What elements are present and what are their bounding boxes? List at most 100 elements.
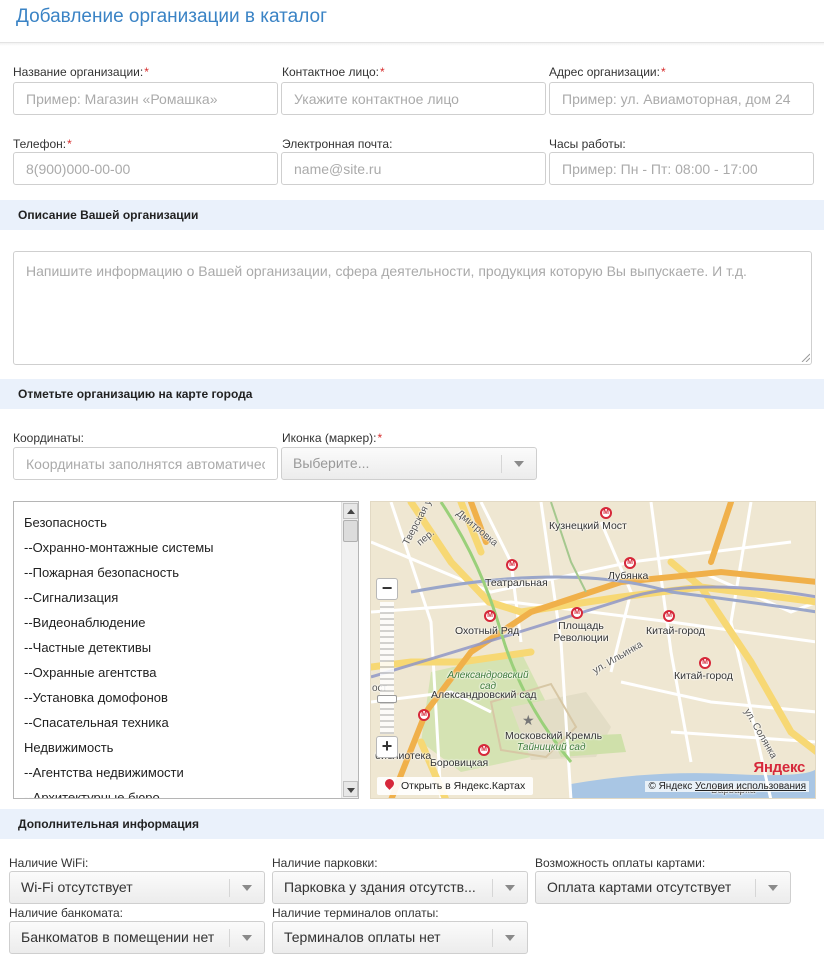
resize-grip-icon[interactable]: [800, 352, 810, 362]
map-tiles: [371, 502, 815, 798]
terms-of-use-link[interactable]: Условия использования: [695, 781, 806, 792]
cards-select[interactable]: Оплата картами отсутствует: [535, 871, 791, 904]
category-option[interactable]: --Охранные агентства: [14, 660, 342, 685]
metro-icon: M: [478, 744, 490, 756]
page-title: Добавление организации в каталог: [16, 6, 328, 27]
chevron-down-icon: [242, 935, 252, 941]
map-label: Боровицкая: [430, 757, 489, 769]
zoom-out-icon[interactable]: −: [376, 578, 398, 600]
required-mark: *: [379, 65, 385, 79]
map-label: Лубянка: [608, 570, 649, 582]
email-input[interactable]: [281, 152, 546, 185]
chevron-down-icon: [505, 935, 515, 941]
marker-icon-select[interactable]: Выберите...: [281, 447, 537, 480]
select-separator: [229, 879, 230, 897]
map-pin-icon: [383, 777, 396, 790]
hours-label: Часы работы:: [549, 137, 626, 151]
map-copyright: © Яндекс Условия использования: [645, 781, 809, 792]
select-separator: [492, 879, 493, 897]
city-map[interactable]: M M M M M M M M M Кузнецкий Мост Театрал…: [370, 501, 816, 799]
extra-info-heading: Дополнительная информация: [0, 809, 824, 839]
zoom-track[interactable]: [380, 602, 394, 734]
atm-label: Наличие банкомата:: [9, 906, 123, 920]
phone-input[interactable]: [13, 152, 278, 185]
terminals-label: Наличие терминалов оплаты:: [272, 906, 439, 920]
metro-icon: M: [600, 507, 612, 519]
wifi-label: Наличие WiFi:: [9, 856, 89, 870]
map-label: Тайницкий сад: [517, 742, 586, 753]
title-shadow: [0, 43, 824, 46]
zoom-in-icon[interactable]: +: [376, 736, 398, 758]
open-in-yandex-maps-link[interactable]: Открыть в Яндекс.Картах: [377, 777, 534, 795]
terminals-select[interactable]: Терминалов оплаты нет: [272, 921, 528, 954]
contact-label: Контактное лицо:*: [282, 65, 385, 79]
parking-label: Наличие парковки:: [272, 856, 378, 870]
category-option[interactable]: --Частные детективы: [14, 635, 342, 660]
scroll-up-icon[interactable]: [343, 503, 358, 519]
metro-icon: M: [571, 607, 583, 619]
metro-icon: M: [484, 610, 496, 622]
listbox-scrollbar[interactable]: [341, 502, 358, 798]
category-option[interactable]: --Агентства недвижимости: [14, 760, 342, 785]
required-mark: *: [67, 137, 72, 151]
zoom-control[interactable]: − +: [376, 578, 398, 758]
description-textarea[interactable]: [13, 251, 812, 365]
org-name-label: Название организации:*: [13, 65, 149, 79]
icon-label: Иконка (маркер):*: [282, 431, 383, 445]
coords-label: Координаты:: [13, 431, 84, 445]
required-mark: *: [377, 431, 383, 445]
category-option[interactable]: --Сигнализация: [14, 585, 342, 610]
address-label: Адрес организации:*: [549, 65, 666, 79]
category-listbox[interactable]: Безопасность --Охранно-монтажные системы -…: [13, 501, 359, 799]
parking-select[interactable]: Парковка у здания отсутств...: [272, 871, 528, 904]
category-option[interactable]: --Установка домофонов: [14, 685, 342, 710]
terminals-select-value: Терминалов оплаты нет: [284, 929, 441, 945]
map-section-heading: Отметьте организацию на карте города: [0, 379, 824, 409]
chevron-down-icon: [514, 461, 524, 467]
category-option[interactable]: Недвижимость: [14, 735, 342, 760]
chevron-down-icon: [768, 885, 778, 891]
map-label: Китай-город: [674, 670, 733, 682]
select-separator: [755, 879, 756, 897]
email-label: Электронная почта:: [282, 137, 393, 151]
category-option[interactable]: --Охранно-монтажные системы: [14, 535, 342, 560]
atm-select-value: Банкоматов в помещении нет: [21, 929, 215, 945]
coords-input[interactable]: [13, 447, 278, 480]
star-icon: ★: [522, 712, 535, 728]
phone-label: Телефон:*: [13, 137, 72, 151]
category-option[interactable]: --Видеонаблюдение: [14, 610, 342, 635]
marker-icon-select-value: Выберите...: [293, 455, 370, 471]
category-option[interactable]: --Пожарная безопасность: [14, 560, 342, 585]
category-option[interactable]: Безопасность: [14, 510, 342, 535]
map-label: Московский Кремль: [505, 730, 603, 742]
parking-select-value: Парковка у здания отсутств...: [284, 879, 476, 895]
required-mark: *: [660, 65, 666, 79]
metro-icon: M: [418, 709, 430, 721]
chevron-down-icon: [242, 885, 252, 891]
open-in-yandex-maps-label: Открыть в Яндекс.Картах: [401, 780, 526, 792]
scroll-down-icon[interactable]: [343, 781, 358, 797]
cards-select-value: Оплата картами отсутствует: [547, 879, 732, 895]
contact-input[interactable]: [281, 82, 546, 115]
metro-icon: M: [699, 657, 711, 669]
metro-icon: M: [663, 610, 675, 622]
wifi-select-value: Wi-Fi отсутствует: [21, 879, 133, 895]
category-option[interactable]: --Спасательная техника: [14, 710, 342, 735]
map-label: Китай-город: [646, 625, 705, 637]
map-label: Театральная: [485, 577, 548, 589]
category-option[interactable]: --Архитектурные бюро: [14, 785, 342, 798]
wifi-select[interactable]: Wi-Fi отсутствует: [9, 871, 265, 904]
required-mark: *: [144, 65, 149, 79]
zoom-slider-handle[interactable]: [377, 695, 397, 703]
chevron-down-icon: [505, 885, 515, 891]
category-list: Безопасность --Охранно-монтажные системы -…: [14, 510, 342, 798]
address-input[interactable]: [549, 82, 814, 115]
atm-select[interactable]: Банкоматов в помещении нет: [9, 921, 265, 954]
description-heading: Описание Вашей организации: [0, 200, 824, 230]
select-separator: [492, 929, 493, 947]
org-name-input[interactable]: [13, 82, 278, 115]
scroll-thumb[interactable]: [343, 520, 358, 542]
hours-input[interactable]: [549, 152, 814, 185]
map-label: Кузнецкий Мост: [549, 520, 627, 532]
select-separator: [501, 455, 502, 473]
